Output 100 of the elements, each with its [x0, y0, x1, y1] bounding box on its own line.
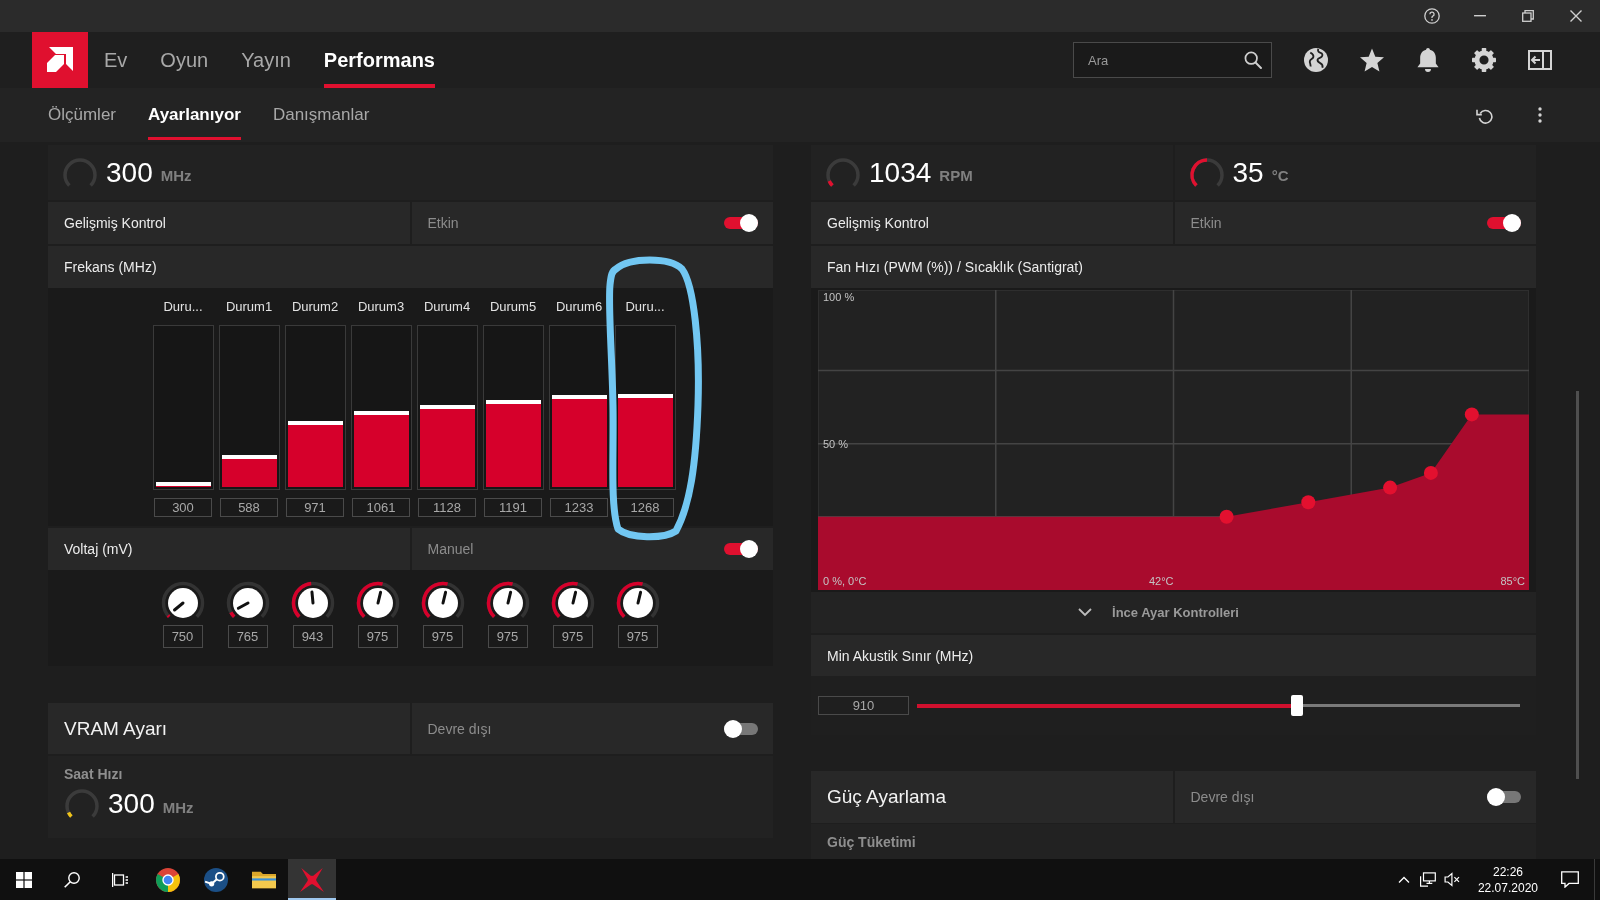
curve-point[interactable] — [1423, 465, 1438, 480]
network-icon[interactable] — [1419, 872, 1436, 887]
section-header: VRAM Ayarı — [48, 703, 410, 754]
search-icon[interactable] — [64, 871, 80, 888]
scrollbar[interactable] — [1576, 391, 1579, 779]
section-header: Min Akustik Sınır (MHz) — [811, 635, 1536, 676]
voltage-knob[interactable] — [420, 581, 465, 621]
value-field[interactable]: 1268 — [616, 498, 674, 517]
expand-button[interactable]: İnce Ayar Kontrolleri — [1078, 605, 1269, 620]
voltage-knob[interactable] — [225, 581, 270, 621]
value-field[interactable]: 975 — [552, 625, 593, 648]
taskbar-app-button[interactable] — [288, 859, 336, 900]
value-field[interactable]: 975 — [357, 625, 398, 648]
state-label: Durum6 — [555, 298, 603, 316]
disc-app-icon — [204, 867, 228, 892]
value-field[interactable]: 300 — [154, 498, 212, 517]
toggle-switch[interactable] — [724, 540, 758, 558]
voltage-knob[interactable] — [355, 581, 400, 621]
toggle-switch[interactable] — [724, 214, 758, 232]
reading-value: 1034 — [869, 156, 932, 189]
logo-icon[interactable] — [32, 32, 88, 88]
value-field[interactable]: 750 — [162, 625, 203, 648]
value-field[interactable]: 1233 — [550, 498, 608, 517]
close-icon[interactable] — [1570, 10, 1582, 22]
section-header: Gelişmiş Kontrol — [48, 202, 410, 244]
value-field[interactable]: 975 — [422, 625, 463, 648]
state-label: Durum3 — [357, 298, 405, 316]
restore-icon[interactable] — [1522, 10, 1534, 22]
toggle-switch[interactable] — [724, 719, 758, 738]
reading-value: 35 — [1232, 156, 1264, 189]
value-field[interactable]: 975 — [617, 625, 658, 648]
frequency-bar[interactable] — [548, 325, 610, 490]
help-icon[interactable] — [1424, 8, 1440, 24]
search-field[interactable]: Ara — [1073, 42, 1272, 78]
caret-up-icon[interactable] — [1397, 875, 1410, 884]
status-label: Etkin — [427, 215, 459, 231]
frequency-bar[interactable] — [284, 325, 346, 490]
nav-tab[interactable]: Ev — [104, 32, 128, 88]
more-icon[interactable] — [1538, 107, 1542, 123]
value-field[interactable]: 971 — [286, 498, 344, 517]
frequency-bar[interactable] — [218, 325, 280, 490]
section-header: Gelişmiş Kontrol — [811, 202, 1173, 244]
voltage-knob[interactable] — [550, 581, 595, 621]
voltage-knob[interactable] — [290, 581, 335, 621]
axis-label: 0 %, 0°C — [823, 575, 867, 587]
star-icon[interactable] — [1360, 48, 1384, 72]
frequency-bar[interactable] — [350, 325, 412, 490]
toggle-switch[interactable] — [1487, 214, 1521, 232]
value-field[interactable]: 943 — [292, 625, 333, 648]
notification-icon[interactable] — [1561, 871, 1579, 888]
start-icon[interactable] — [16, 871, 32, 888]
section-label: Güç Tüketimi — [827, 834, 917, 850]
value-field[interactable]: 765 — [227, 625, 268, 648]
value-field[interactable]: 975 — [487, 625, 528, 648]
frequency-bar[interactable] — [152, 325, 214, 490]
value-field[interactable]: 1061 — [352, 498, 410, 517]
unit-label: MHz — [162, 798, 194, 816]
section-label: Saat Hızı — [64, 766, 124, 782]
state-label: Duru... — [625, 298, 665, 316]
axis-label: 50 % — [823, 437, 849, 450]
slider-thumb[interactable] — [1290, 695, 1303, 716]
speaker-muted-icon[interactable] — [1443, 872, 1460, 887]
voltage-knob[interactable] — [615, 581, 660, 621]
section-header: Voltaj (mV) — [48, 528, 410, 570]
curve-point[interactable] — [1383, 480, 1398, 495]
bell-icon[interactable] — [1416, 48, 1440, 72]
value-field[interactable]: 1191 — [484, 498, 542, 517]
voltage-knob[interactable] — [160, 581, 205, 621]
clock-button[interactable]: 22:26 22.07.2020 — [1469, 863, 1546, 896]
section-header: Güç Ayarlama — [811, 771, 1173, 823]
toggle-switch[interactable] — [1487, 788, 1521, 806]
section-header: Fan Hızı (PWM (%)) / Sıcaklık (Santigrat) — [811, 246, 1536, 288]
minimize-icon[interactable] — [1474, 15, 1486, 17]
nav-tab[interactable]: Yayın — [241, 32, 291, 88]
frequency-bar[interactable] — [482, 325, 544, 490]
globe-icon[interactable] — [1304, 48, 1328, 72]
curve-point[interactable] — [1219, 509, 1234, 524]
state-label: Duru... — [163, 298, 203, 316]
curve-point[interactable] — [1464, 407, 1479, 422]
reading-value: 300 — [106, 156, 153, 189]
value-field[interactable]: 588 — [220, 498, 278, 517]
search-icon[interactable] — [1244, 51, 1262, 69]
value-field[interactable]: 1128 — [418, 498, 476, 517]
nav-tab[interactable]: Oyun — [160, 32, 209, 88]
reading-value: 300 — [108, 788, 155, 820]
sub-tab[interactable]: Danışmanlar — [272, 88, 370, 140]
task-view-icon[interactable] — [112, 871, 128, 888]
sub-tab[interactable]: Ölçümler — [48, 88, 116, 140]
value-field[interactable]: 910 — [818, 696, 909, 715]
status-label: Manuel — [427, 541, 474, 557]
color-wheel-icon — [156, 867, 180, 892]
frequency-bar[interactable] — [614, 325, 676, 490]
frequency-bar[interactable] — [416, 325, 478, 490]
sidebar-icon[interactable] — [1528, 48, 1552, 72]
axis-label: 85°C — [1500, 575, 1525, 587]
unit-label: °C — [1271, 167, 1289, 184]
curve-point[interactable] — [1301, 495, 1316, 510]
voltage-knob[interactable] — [485, 581, 530, 621]
settings-icon[interactable] — [1472, 48, 1496, 72]
state-label: Durum5 — [489, 298, 537, 316]
